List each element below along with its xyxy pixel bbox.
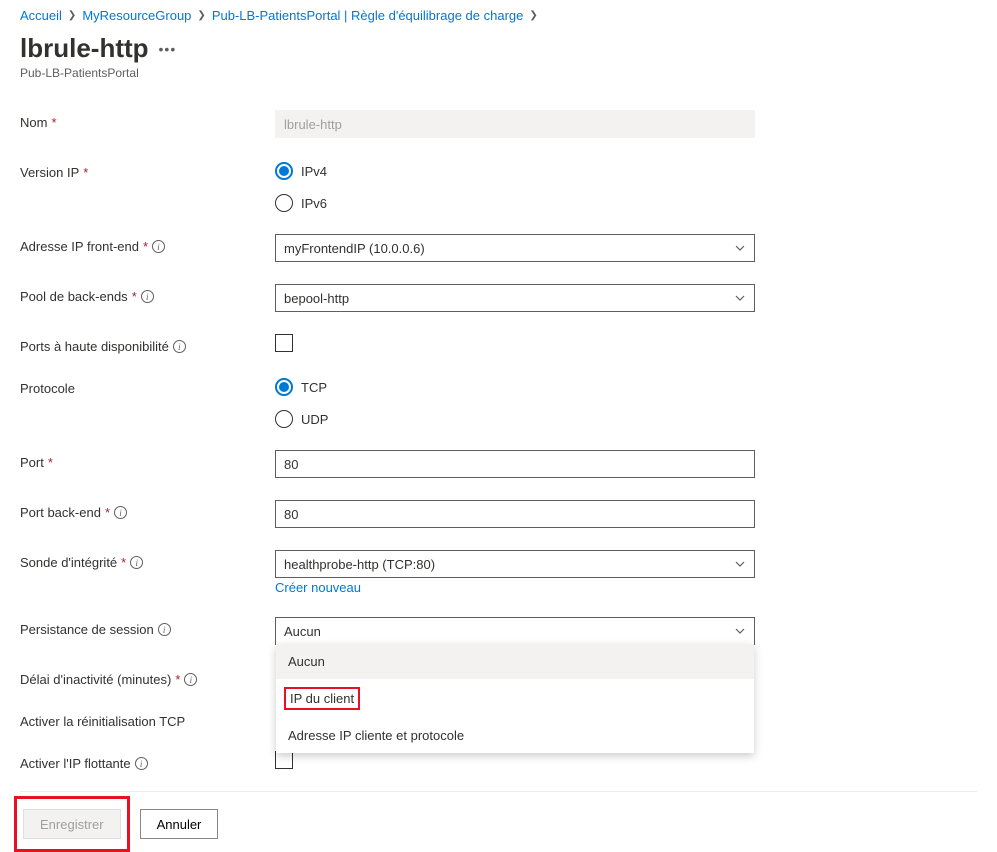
frontend-ip-label: Adresse IP front-end	[20, 239, 139, 254]
chevron-right-icon: ❯	[197, 10, 205, 21]
required-indicator: *	[48, 455, 53, 470]
session-persistence-value: Aucun	[284, 624, 321, 639]
highlight-box: IP du client	[284, 687, 360, 710]
required-indicator: *	[105, 505, 110, 520]
ha-ports-checkbox[interactable]	[275, 334, 293, 352]
chevron-down-icon	[734, 625, 746, 637]
radio-selected-icon	[275, 162, 293, 180]
udp-radio-label: UDP	[301, 412, 328, 427]
radio-unselected-icon	[275, 194, 293, 212]
name-input	[275, 110, 755, 138]
floating-ip-checkbox[interactable]	[275, 751, 293, 769]
info-icon[interactable]: i	[158, 623, 171, 636]
option-client-ip[interactable]: IP du client	[276, 679, 754, 718]
divider	[20, 791, 977, 792]
radio-selected-icon	[275, 378, 293, 396]
required-indicator: *	[175, 672, 180, 687]
chevron-right-icon: ❯	[68, 10, 76, 21]
cancel-button[interactable]: Annuler	[140, 809, 219, 839]
session-persistence-dropdown[interactable]: Aucun Aucun IP du client Adresse IP clie…	[275, 617, 755, 645]
breadcrumb-home[interactable]: Accueil	[20, 8, 62, 23]
chevron-right-icon: ❯	[529, 10, 537, 21]
required-indicator: *	[132, 289, 137, 304]
port-input[interactable]	[275, 450, 755, 478]
tcp-radio-label: TCP	[301, 380, 327, 395]
frontend-ip-value: myFrontendIP (10.0.0.6)	[284, 241, 425, 256]
tcp-radio[interactable]: TCP	[275, 378, 755, 396]
required-indicator: *	[121, 555, 126, 570]
tcp-reset-label: Activer la réinitialisation TCP	[20, 714, 185, 729]
chevron-down-icon	[734, 558, 746, 570]
port-label: Port	[20, 455, 44, 470]
info-icon[interactable]: i	[114, 506, 127, 519]
backend-port-input[interactable]	[275, 500, 755, 528]
breadcrumb: Accueil ❯ MyResourceGroup ❯ Pub-LB-Patie…	[20, 8, 977, 23]
session-persistence-label: Persistance de session	[20, 622, 154, 637]
protocol-label: Protocole	[20, 381, 75, 396]
page-title: lbrule-http	[20, 33, 149, 64]
radio-unselected-icon	[275, 410, 293, 428]
backend-pool-dropdown[interactable]: bepool-http	[275, 284, 755, 312]
ipv4-radio[interactable]: IPv4	[275, 162, 755, 180]
backend-pool-label: Pool de back-ends	[20, 289, 128, 304]
more-actions-icon[interactable]: •••	[159, 41, 177, 57]
name-label: Nom	[20, 115, 47, 130]
info-icon[interactable]: i	[184, 673, 197, 686]
info-icon[interactable]: i	[173, 340, 186, 353]
breadcrumb-lb-rule[interactable]: Pub-LB-PatientsPortal | Règle d'équilibr…	[212, 8, 524, 23]
floating-ip-label: Activer l'IP flottante	[20, 756, 131, 771]
option-client-ip-protocol[interactable]: Adresse IP cliente et protocole	[276, 718, 754, 753]
ha-ports-label: Ports à haute disponibilité	[20, 339, 169, 354]
page-subtitle: Pub-LB-PatientsPortal	[20, 66, 977, 80]
required-indicator: *	[51, 115, 56, 130]
frontend-ip-dropdown[interactable]: myFrontendIP (10.0.0.6)	[275, 234, 755, 262]
ipv6-radio-label: IPv6	[301, 196, 327, 211]
required-indicator: *	[83, 165, 88, 180]
ipv4-radio-label: IPv4	[301, 164, 327, 179]
info-icon[interactable]: i	[130, 556, 143, 569]
chevron-down-icon	[734, 242, 746, 254]
ipv6-radio[interactable]: IPv6	[275, 194, 755, 212]
create-new-probe-link[interactable]: Créer nouveau	[275, 580, 361, 595]
chevron-down-icon	[734, 292, 746, 304]
save-button[interactable]: Enregistrer	[23, 809, 121, 839]
info-icon[interactable]: i	[135, 757, 148, 770]
health-probe-label: Sonde d'intégrité	[20, 555, 117, 570]
info-icon[interactable]: i	[141, 290, 154, 303]
idle-timeout-label: Délai d'inactivité (minutes)	[20, 672, 171, 687]
breadcrumb-resource-group[interactable]: MyResourceGroup	[82, 8, 191, 23]
highlight-box: Enregistrer	[14, 796, 130, 852]
session-persistence-options: Aucun IP du client Adresse IP cliente et…	[276, 644, 754, 753]
health-probe-value: healthprobe-http (TCP:80)	[284, 557, 435, 572]
info-icon[interactable]: i	[152, 240, 165, 253]
option-none[interactable]: Aucun	[276, 644, 754, 679]
health-probe-dropdown[interactable]: healthprobe-http (TCP:80)	[275, 550, 755, 578]
backend-port-label: Port back-end	[20, 505, 101, 520]
backend-pool-value: bepool-http	[284, 291, 349, 306]
required-indicator: *	[143, 239, 148, 254]
ip-version-label: Version IP	[20, 165, 79, 180]
udp-radio[interactable]: UDP	[275, 410, 755, 428]
